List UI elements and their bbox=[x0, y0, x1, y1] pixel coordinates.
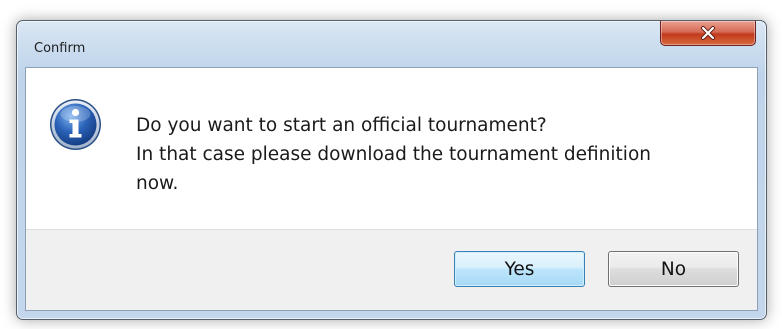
message-text: Do you want to start an official tournam… bbox=[136, 111, 651, 198]
dialog-client-area: Do you want to start an official tournam… bbox=[25, 67, 758, 311]
close-button[interactable] bbox=[660, 21, 756, 46]
button-bar: Yes No bbox=[26, 229, 757, 310]
message-panel: Do you want to start an official tournam… bbox=[26, 68, 757, 229]
close-icon bbox=[700, 26, 716, 40]
window-title: Confirm bbox=[34, 41, 86, 56]
info-icon bbox=[49, 98, 102, 151]
message-line: Do you want to start an official tournam… bbox=[136, 115, 547, 136]
title-bar[interactable]: Confirm bbox=[17, 21, 766, 67]
yes-button[interactable]: Yes bbox=[454, 251, 585, 287]
message-line: In that case please download the tournam… bbox=[136, 144, 651, 165]
message-line: now. bbox=[136, 173, 179, 194]
confirm-dialog-window: Confirm Do you want to start an official… bbox=[16, 20, 767, 320]
no-button[interactable]: No bbox=[608, 251, 739, 287]
